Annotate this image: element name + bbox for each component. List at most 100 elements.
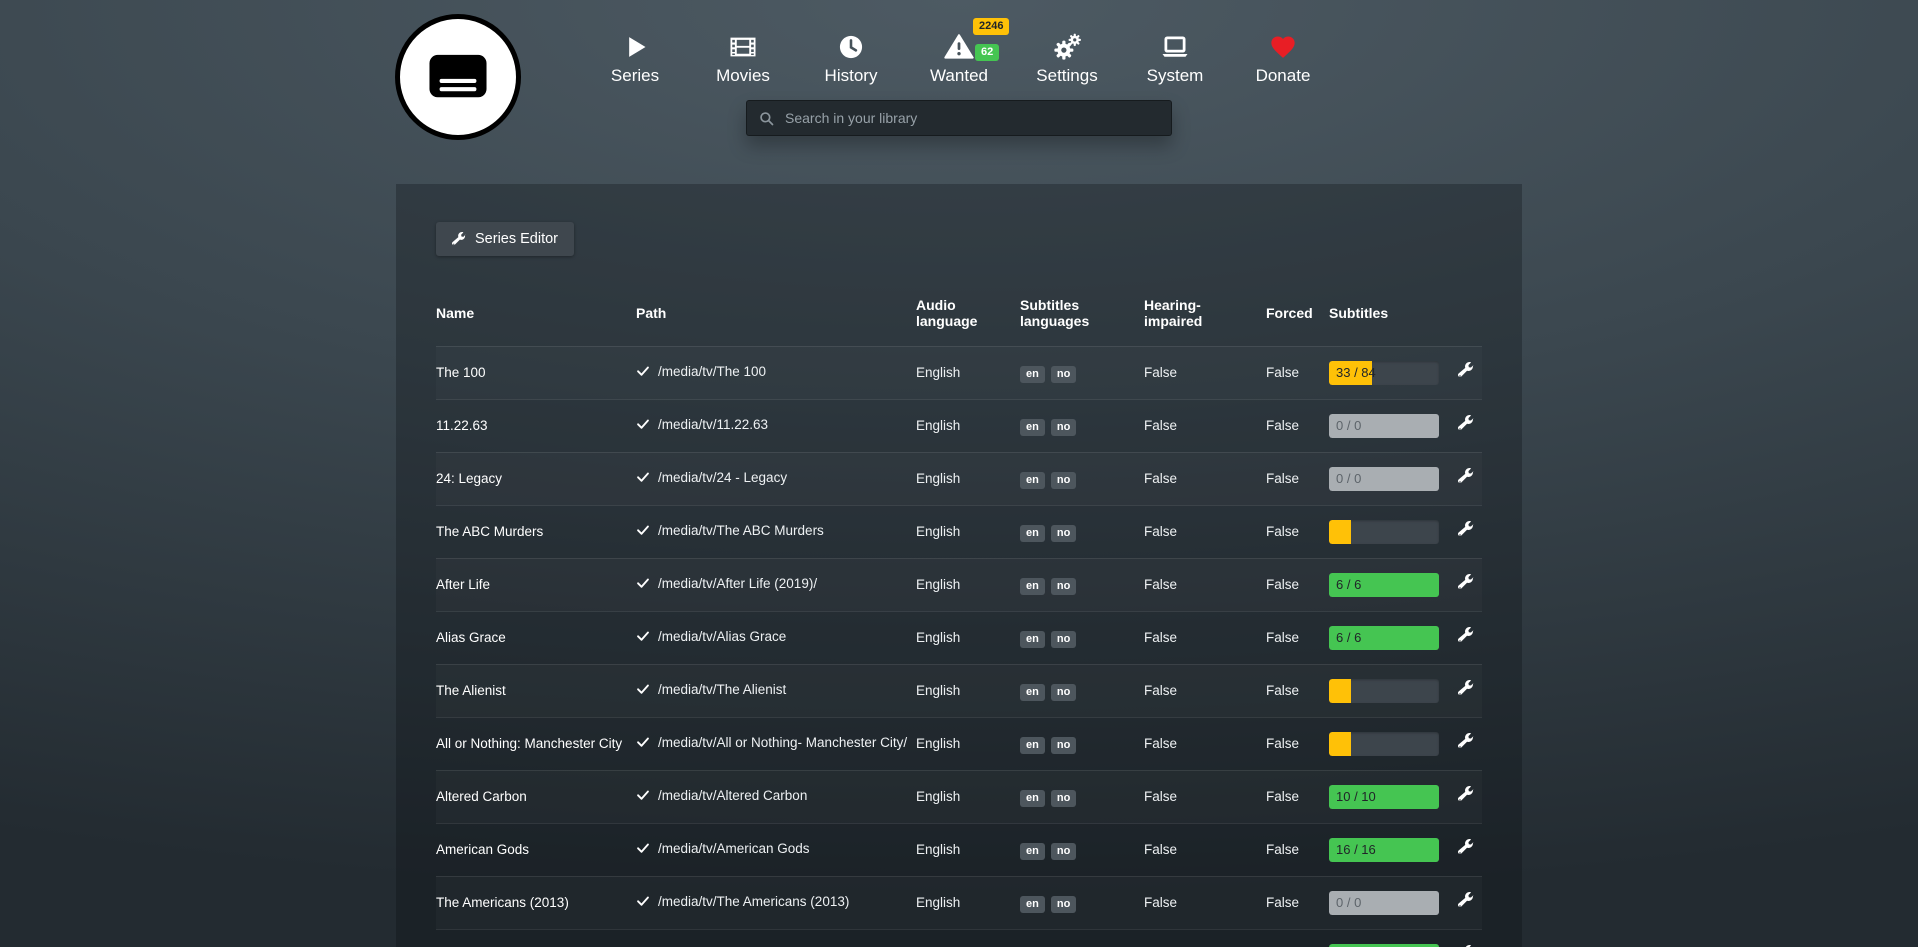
series-path: /media/tv/24 - Legacy <box>636 452 916 505</box>
audio-language: English <box>916 929 1020 947</box>
subtitles-count: 10 / 10 <box>1336 944 1376 947</box>
nav-item-history[interactable]: History <box>816 30 886 86</box>
forced-value: False <box>1266 611 1329 664</box>
series-name[interactable]: 11.22.63 <box>436 399 636 452</box>
table-row: Alias Grace/media/tv/Alias GraceEnglishe… <box>436 611 1482 664</box>
hearing-impaired-value: False <box>1144 505 1266 558</box>
series-name[interactable]: Altered Carbon <box>436 770 636 823</box>
hearing-impaired-value: False <box>1144 452 1266 505</box>
series-path-text: /media/tv/The Americans (2013) <box>658 892 849 911</box>
wanted-movies-count-badge: 62 <box>975 44 999 61</box>
series-name[interactable]: American Gods <box>436 823 636 876</box>
nav-label: Settings <box>1036 66 1097 86</box>
edit-series-button[interactable] <box>1458 627 1474 646</box>
subtitles-progress-cell: 0 / 0 <box>1329 399 1447 452</box>
subtitles-progress-bar: 6 / 6 <box>1329 573 1439 597</box>
series-name[interactable]: After Life <box>436 558 636 611</box>
subtitle-languages: enno <box>1020 505 1144 558</box>
series-name[interactable]: The ABC Murders <box>436 505 636 558</box>
language-badge: en <box>1020 737 1045 754</box>
audio-language: English <box>916 558 1020 611</box>
language-badge: en <box>1020 896 1045 913</box>
series-path: /media/tv/The Americans (2013) <box>636 876 916 929</box>
forced-value: False <box>1266 876 1329 929</box>
subtitles-progress-bar <box>1329 732 1439 756</box>
subtitle-languages: enno <box>1020 399 1144 452</box>
forced-value: False <box>1266 558 1329 611</box>
audio-language: English <box>916 346 1020 399</box>
series-name[interactable]: The 100 <box>436 346 636 399</box>
forced-value: False <box>1266 770 1329 823</box>
subtitles-count: 6 / 6 <box>1336 573 1361 597</box>
subtitles-progress-bar <box>1329 679 1439 703</box>
series-path: /media/tv/Alias Grace <box>636 611 916 664</box>
table-row: All or Nothing: Manchester City/media/tv… <box>436 717 1482 770</box>
subtitles-progress-bar: 0 / 0 <box>1329 414 1439 438</box>
hearing-impaired-value: False <box>1144 611 1266 664</box>
hearing-impaired-value: False <box>1144 346 1266 399</box>
edit-series-button[interactable] <box>1458 362 1474 381</box>
check-icon <box>636 417 650 436</box>
subtitles-progress-cell: 6 / 6 <box>1329 558 1447 611</box>
column-header-subtitles: Subtitles <box>1329 282 1447 346</box>
subtitle-languages: enno <box>1020 346 1144 399</box>
audio-language: English <box>916 770 1020 823</box>
series-path: /media/tv/Another Life (2019) <box>636 929 916 947</box>
subtitles-progress-bar: 6 / 6 <box>1329 626 1439 650</box>
series-name[interactable]: All or Nothing: Manchester City <box>436 717 636 770</box>
subtitles-progress-cell: 10 / 10 <box>1329 770 1447 823</box>
audio-language: English <box>916 876 1020 929</box>
nav-item-system[interactable]: System <box>1140 30 1210 86</box>
subtitle-languages: enno <box>1020 717 1144 770</box>
edit-series-button[interactable] <box>1458 733 1474 752</box>
subtitle-languages: enno <box>1020 823 1144 876</box>
app-logo[interactable] <box>395 14 521 140</box>
series-name[interactable]: 24: Legacy <box>436 452 636 505</box>
series-path-text: /media/tv/Altered Carbon <box>658 786 807 805</box>
nav-item-wanted[interactable]: 2246 62 Wanted <box>924 30 994 86</box>
subtitles-count: 10 / 10 <box>1336 785 1376 809</box>
main-nav: Series Movies <box>600 30 1318 86</box>
forced-value: False <box>1266 346 1329 399</box>
column-header-name: Name <box>436 282 636 346</box>
series-name[interactable]: Another Life (2019) <box>436 929 636 947</box>
edit-series-button[interactable] <box>1458 415 1474 434</box>
check-icon <box>636 682 650 701</box>
subtitles-progress-cell <box>1329 664 1447 717</box>
series-name[interactable]: The Alienist <box>436 664 636 717</box>
wrench-icon <box>1458 627 1474 643</box>
nav-item-series[interactable]: Series <box>600 30 670 86</box>
wrench-icon <box>1458 733 1474 749</box>
warning-icon <box>944 30 974 64</box>
series-path: /media/tv/The Alienist <box>636 664 916 717</box>
edit-series-button[interactable] <box>1458 574 1474 593</box>
edit-series-button[interactable] <box>1458 468 1474 487</box>
check-icon <box>636 629 650 648</box>
series-path-text: /media/tv/Alias Grace <box>658 627 786 646</box>
series-editor-button[interactable]: Series Editor <box>436 222 574 256</box>
wanted-series-count-badge: 2246 <box>973 18 1009 35</box>
table-row: Altered Carbon/media/tv/Altered Carbon En… <box>436 770 1482 823</box>
search-input[interactable] <box>783 109 1159 127</box>
subtitle-languages: enno <box>1020 770 1144 823</box>
subtitles-progress-bar: 16 / 16 <box>1329 838 1439 862</box>
audio-language: English <box>916 399 1020 452</box>
subtitle-languages: enno <box>1020 558 1144 611</box>
edit-series-button[interactable] <box>1458 786 1474 805</box>
edit-series-button[interactable] <box>1458 680 1474 699</box>
nav-label: Donate <box>1256 66 1311 86</box>
series-name[interactable]: Alias Grace <box>436 611 636 664</box>
bazarr-app: Series Movies <box>0 0 1918 947</box>
language-badge: no <box>1051 737 1076 754</box>
edit-series-button[interactable] <box>1458 521 1474 540</box>
table-row: The Alienist/media/tv/The AlienistEnglis… <box>436 664 1482 717</box>
edit-series-button[interactable] <box>1458 839 1474 858</box>
series-name[interactable]: The Americans (2013) <box>436 876 636 929</box>
language-badge: en <box>1020 684 1045 701</box>
edit-series-button[interactable] <box>1458 892 1474 911</box>
nav-item-settings[interactable]: Settings <box>1032 30 1102 86</box>
nav-item-movies[interactable]: Movies <box>708 30 778 86</box>
language-badge: no <box>1051 419 1076 436</box>
nav-item-donate[interactable]: Donate <box>1248 30 1318 86</box>
wrench-icon <box>1458 680 1474 696</box>
